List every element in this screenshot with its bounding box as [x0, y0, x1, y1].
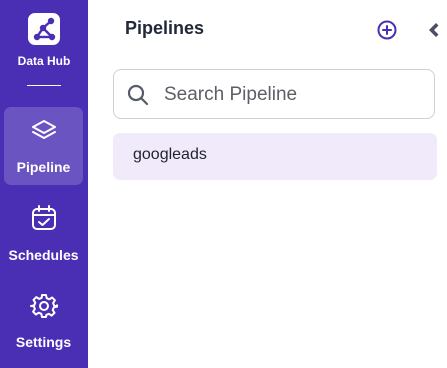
- sidebar-item-pipeline[interactable]: Pipeline: [4, 107, 83, 185]
- layers-icon: [32, 120, 56, 139]
- sidebar-item-label: Settings: [15, 334, 72, 350]
- pipeline-label: googleads: [133, 146, 207, 163]
- sidebar-item-schedules[interactable]: Schedules: [4, 194, 83, 272]
- sidebar: Data Hub Pipeline Schedules Settings: [0, 0, 88, 368]
- data-hub-logo-icon: [28, 13, 60, 45]
- plus-circle-icon[interactable]: [376, 19, 398, 41]
- chevron-left-icon[interactable]: [424, 18, 444, 42]
- gear-icon: [30, 294, 58, 318]
- sidebar-item-label: Schedules: [8, 247, 79, 263]
- pipeline-list-item[interactable]: googleads: [113, 133, 437, 180]
- page-title: Pipelines: [125, 18, 205, 38]
- search-box: [113, 69, 435, 119]
- calendar-check-icon: [32, 205, 56, 230]
- sidebar-item-label: Pipeline: [16, 159, 71, 175]
- sidebar-item-settings[interactable]: Settings: [4, 282, 83, 360]
- brand-label: Data Hub: [17, 54, 71, 68]
- search-icon: [127, 84, 149, 106]
- search-input[interactable]: [162, 78, 428, 112]
- brand[interactable]: Data Hub: [0, 0, 88, 86]
- brand-divider: [27, 85, 61, 86]
